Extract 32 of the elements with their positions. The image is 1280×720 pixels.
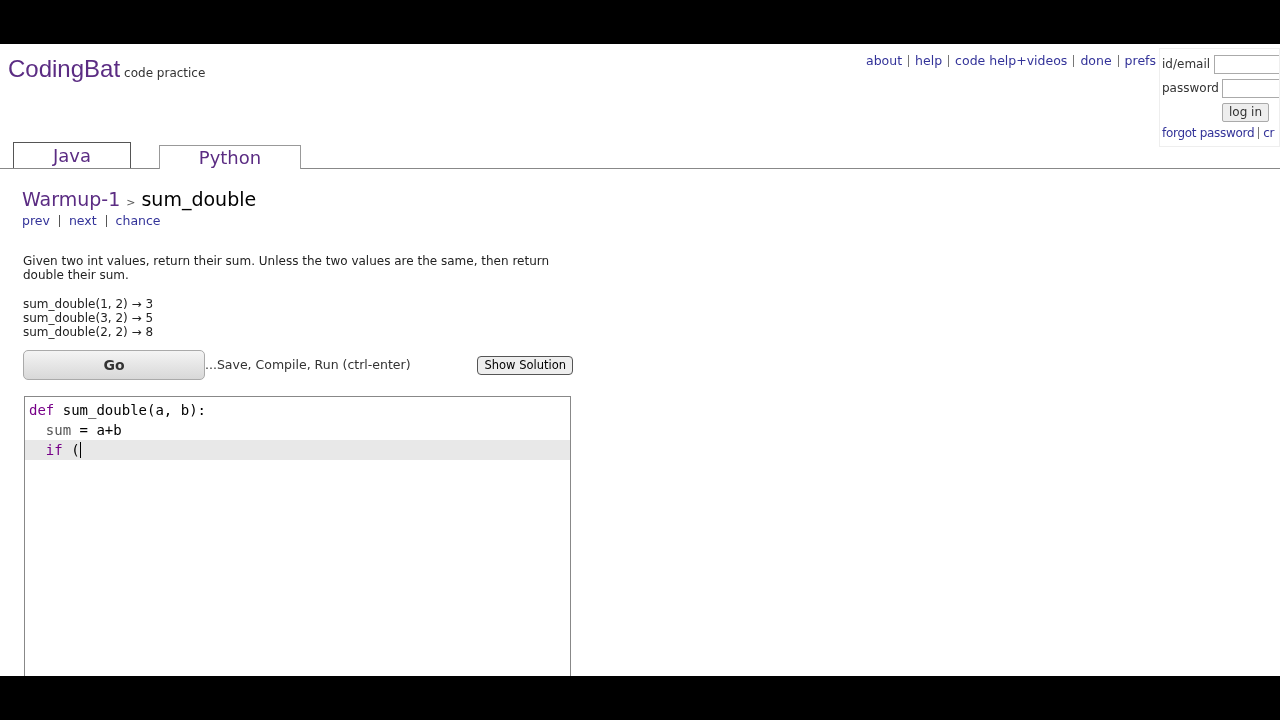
section-link[interactable]: Warmup-1 [22,185,121,214]
id-label: id/email [1162,56,1211,73]
nav-link[interactable]: code help+videos [955,52,1068,71]
problem-description: Given two int values, return their sum. Unless the two values are the same, then return double their sum. [23,254,551,283]
example-line: sum_double(1, 2) → 3 [23,297,154,312]
account-link[interactable]: cr [1263,124,1275,142]
breadcrumb-separator: > [126,195,136,211]
site-tagline: code practice [124,65,206,82]
nav-link[interactable]: about [866,52,903,71]
nav-link[interactable]: help [915,52,943,71]
nav-link[interactable]: prefs [1124,52,1156,71]
code-line: def sum_double(a, b): [28,400,207,421]
go-button[interactable]: Go [23,350,205,381]
account-link[interactable]: forgot password [1162,124,1255,142]
code-line: sum = a+b [44,420,123,440]
problem-nav-link[interactable]: next [68,211,97,231]
run-hint: ...Save, Compile, Run (ctrl-enter) [205,355,411,374]
language-tab[interactable]: Java [13,142,131,168]
problem-nav-link[interactable]: prev [22,211,50,231]
example-line: sum_double(2, 2) → 8 [23,325,154,340]
show-solution-button[interactable]: Show Solution [477,355,573,375]
language-tab[interactable]: Python [159,145,301,169]
example-line: sum_double(3, 2) → 5 [23,311,154,326]
problem-title: sum_double [141,187,257,213]
password-field[interactable] [1222,78,1279,98]
login-button[interactable]: log in [1222,102,1270,122]
password-label: password [1162,80,1218,97]
problem-nav-link[interactable]: chance [115,211,161,231]
nav-link[interactable]: done [1080,52,1112,71]
id-field[interactable] [1214,54,1279,74]
site-logo[interactable]: CodingBat [8,51,121,87]
code-editor[interactable]: def sum_double(a, b): sum = a+b if ( [24,396,571,676]
